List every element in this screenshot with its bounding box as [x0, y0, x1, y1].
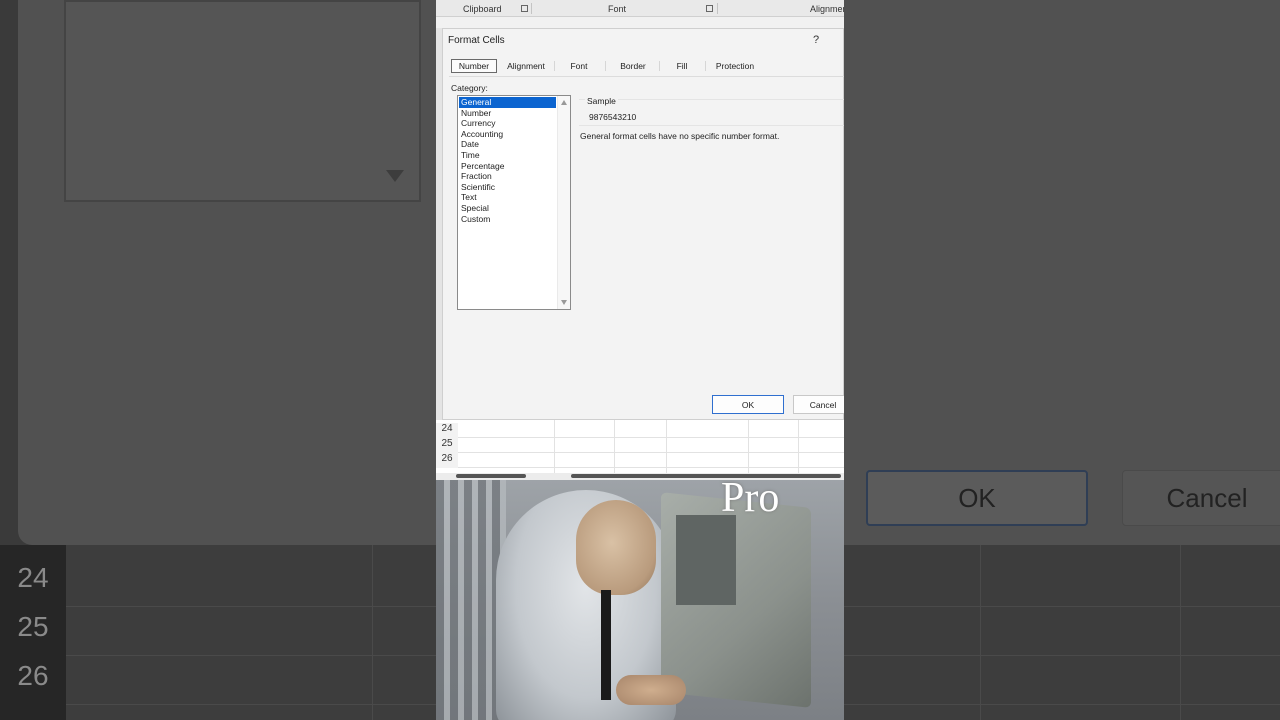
ribbon-alignment-label: Alignmen: [810, 4, 844, 14]
bg-gridline: [1180, 545, 1181, 720]
meme-overlay-image: Pro: [436, 480, 844, 720]
row-header[interactable]: 26: [436, 453, 458, 468]
tab-separator: [605, 61, 606, 71]
bg-gridline: [980, 545, 981, 720]
category-label: Category:: [451, 83, 488, 93]
category-time[interactable]: Time: [459, 150, 556, 161]
help-icon[interactable]: ?: [813, 34, 819, 46]
category-text[interactable]: Text: [459, 192, 556, 203]
cancel-button[interactable]: Cancel: [793, 395, 844, 414]
ribbon-separator: [531, 3, 532, 14]
tab-separator: [554, 61, 555, 71]
dialog-title: Format Cells: [448, 35, 505, 46]
ok-button[interactable]: OK: [712, 395, 784, 414]
man-face: [576, 500, 656, 595]
sheet-tab-scroll-thumb[interactable]: [456, 474, 526, 478]
gridline: [554, 420, 555, 478]
horizontal-scroll-thumb[interactable]: [571, 474, 841, 478]
category-general[interactable]: General: [459, 97, 556, 108]
tab-font[interactable]: Font: [561, 59, 597, 73]
tab-number[interactable]: Number: [451, 59, 497, 73]
ribbon-group-labels: Clipboard Font Alignmen: [436, 0, 844, 17]
tab-alignment[interactable]: Alignment: [503, 59, 549, 73]
horizontal-scrollbar[interactable]: [436, 473, 844, 480]
excel-window: Clipboard Font Alignmen Format Cells ? N…: [436, 0, 844, 720]
category-custom[interactable]: Custom: [459, 214, 556, 225]
bg-ok-button: OK: [866, 470, 1088, 526]
ribbon-separator: [717, 3, 718, 14]
sample-label: Sample: [585, 96, 618, 106]
gridline: [666, 420, 667, 478]
category-special[interactable]: Special: [459, 203, 556, 214]
category-percentage[interactable]: Percentage: [459, 161, 556, 172]
category-listbox[interactable]: General Number Currency Accounting Date …: [457, 95, 571, 310]
row-header[interactable]: 24: [436, 423, 458, 438]
ribbon-clipboard-label: Clipboard: [463, 4, 502, 14]
bg-gridline: [372, 545, 373, 720]
listbox-scrollbar[interactable]: [557, 96, 570, 309]
gridline: [798, 420, 799, 478]
category-number[interactable]: Number: [459, 108, 556, 119]
category-currency[interactable]: Currency: [459, 118, 556, 129]
font-launcher-icon[interactable]: [706, 5, 713, 12]
ribbon-controls-strip: [436, 17, 844, 28]
typing-hand: [616, 675, 686, 705]
bg-row-number: 25: [17, 611, 49, 642]
row-header[interactable]: 25: [436, 438, 458, 453]
meme-caption: Pro: [721, 480, 780, 521]
bg-row-number: 26: [17, 660, 49, 691]
scroll-down-icon[interactable]: [561, 300, 567, 305]
category-scientific[interactable]: Scientific: [459, 182, 556, 193]
tab-fill[interactable]: Fill: [667, 59, 697, 73]
scroll-up-icon[interactable]: [561, 100, 567, 105]
black-tie: [601, 590, 611, 700]
tab-separator: [705, 61, 706, 71]
sheet-grid[interactable]: 24 25 26: [436, 420, 844, 478]
bg-scroll-down-icon: [386, 170, 404, 182]
category-accounting[interactable]: Accounting: [459, 129, 556, 140]
bg-cancel-button: Cancel: [1122, 470, 1280, 526]
clipboard-launcher-icon[interactable]: [521, 5, 528, 12]
sample-value: 9876543210: [589, 112, 637, 122]
gridline: [748, 420, 749, 478]
tab-protection[interactable]: Protection: [709, 59, 761, 73]
gridline: [614, 420, 615, 478]
tab-separator: [659, 61, 660, 71]
format-cells-dialog: Format Cells ? Number Alignment Font Bor…: [442, 28, 844, 420]
category-date[interactable]: Date: [459, 139, 556, 150]
gridline: [458, 467, 844, 468]
bg-row-number: 24: [17, 562, 49, 593]
bg-listbox: [64, 0, 421, 202]
category-fraction[interactable]: Fraction: [459, 171, 556, 182]
gridline: [458, 452, 844, 453]
gridline: [458, 437, 844, 438]
ribbon-font-label: Font: [608, 4, 627, 14]
tab-border[interactable]: Border: [612, 59, 654, 73]
monitor-side: [676, 515, 736, 605]
format-description: General format cells have no specific nu…: [580, 131, 780, 141]
